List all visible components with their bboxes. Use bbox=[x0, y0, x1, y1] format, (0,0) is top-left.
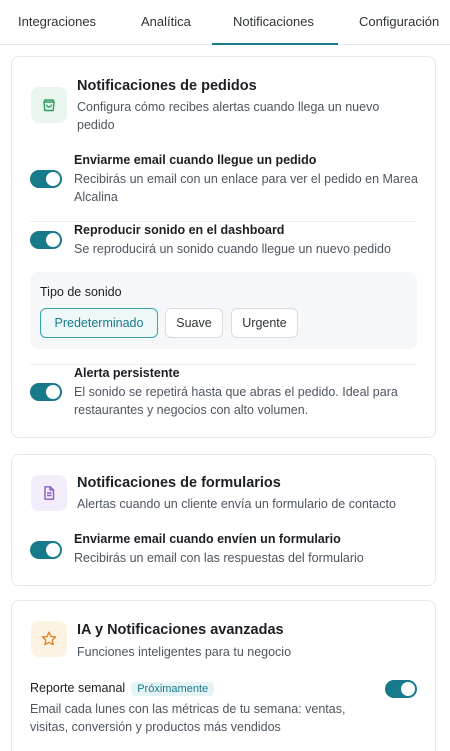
sound-description: Se reproducirá un sonido cuando llegue u… bbox=[74, 242, 391, 256]
coming-soon-badge: Próximamente bbox=[131, 682, 215, 696]
orders-notifications-card: Notificaciones de pedidos Configura cómo… bbox=[11, 56, 436, 438]
persistent-alert-description: El sonido se repetirá hasta que abras el… bbox=[74, 385, 398, 417]
sound-option-urgente[interactable]: Urgente bbox=[231, 308, 298, 338]
divider bbox=[30, 221, 417, 222]
tab-notificaciones[interactable]: Notificaciones bbox=[233, 14, 314, 45]
form-email-description: Recibirás un email con las respuestas de… bbox=[74, 551, 364, 565]
tab-analitica[interactable]: Analítica bbox=[141, 14, 191, 29]
ai-notifications-card: IA y Notificaciones avanzadas Funciones … bbox=[11, 600, 436, 751]
form-email-toggle[interactable] bbox=[30, 541, 62, 559]
forms-card-title: Notificaciones de formularios bbox=[77, 475, 281, 491]
order-email-description: Recibirás un email con un enlace para ve… bbox=[74, 172, 418, 204]
order-email-toggle[interactable] bbox=[30, 170, 62, 188]
weekly-report-title: Reporte semanal bbox=[30, 681, 126, 695]
order-email-title: Enviarme email cuando llegue un pedido bbox=[74, 153, 317, 167]
document-icon bbox=[44, 486, 55, 500]
forms-card-description: Alertas cuando un cliente envía un formu… bbox=[77, 497, 396, 511]
persistent-alert-toggle[interactable] bbox=[30, 383, 62, 401]
tab-configuracion[interactable]: Configuración bbox=[359, 14, 439, 29]
orders-icon-box bbox=[31, 87, 67, 123]
ai-card-title: IA y Notificaciones avanzadas bbox=[77, 622, 284, 638]
star-icon bbox=[41, 631, 57, 646]
tab-bar: Integraciones Analítica Notificaciones C… bbox=[0, 0, 450, 45]
ai-card-description: Funciones inteligentes para tu negocio bbox=[77, 645, 292, 659]
tab-integraciones[interactable]: Integraciones bbox=[18, 14, 96, 29]
active-tab-indicator bbox=[212, 43, 338, 45]
sound-toggle[interactable] bbox=[30, 231, 62, 249]
sound-type-panel: Tipo de sonido Predeterminado Suave Urge… bbox=[30, 272, 417, 349]
orders-card-title: Notificaciones de pedidos bbox=[77, 78, 257, 94]
shopping-bag-icon bbox=[43, 99, 55, 112]
forms-icon-box bbox=[31, 475, 67, 511]
persistent-alert-title: Alerta persistente bbox=[74, 366, 180, 380]
form-email-title: Enviarme email cuando envíen un formular… bbox=[74, 532, 341, 546]
orders-card-description: Configura cómo recibes alertas cuando ll… bbox=[77, 100, 380, 132]
forms-notifications-card: Notificaciones de formularios Alertas cu… bbox=[11, 454, 436, 586]
sound-option-suave[interactable]: Suave bbox=[165, 308, 223, 338]
sound-option-predeterminado[interactable]: Predeterminado bbox=[40, 308, 158, 338]
weekly-report-row: Reporte semanal Próximamente bbox=[30, 681, 215, 696]
weekly-report-toggle[interactable] bbox=[385, 680, 417, 698]
sound-title: Reproducir sonido en el dashboard bbox=[74, 223, 285, 237]
ai-icon-box bbox=[31, 621, 67, 657]
sound-type-label: Tipo de sonido bbox=[40, 285, 122, 299]
divider bbox=[30, 364, 417, 365]
weekly-report-description: Email cada lunes con las métricas de tu … bbox=[30, 702, 346, 734]
